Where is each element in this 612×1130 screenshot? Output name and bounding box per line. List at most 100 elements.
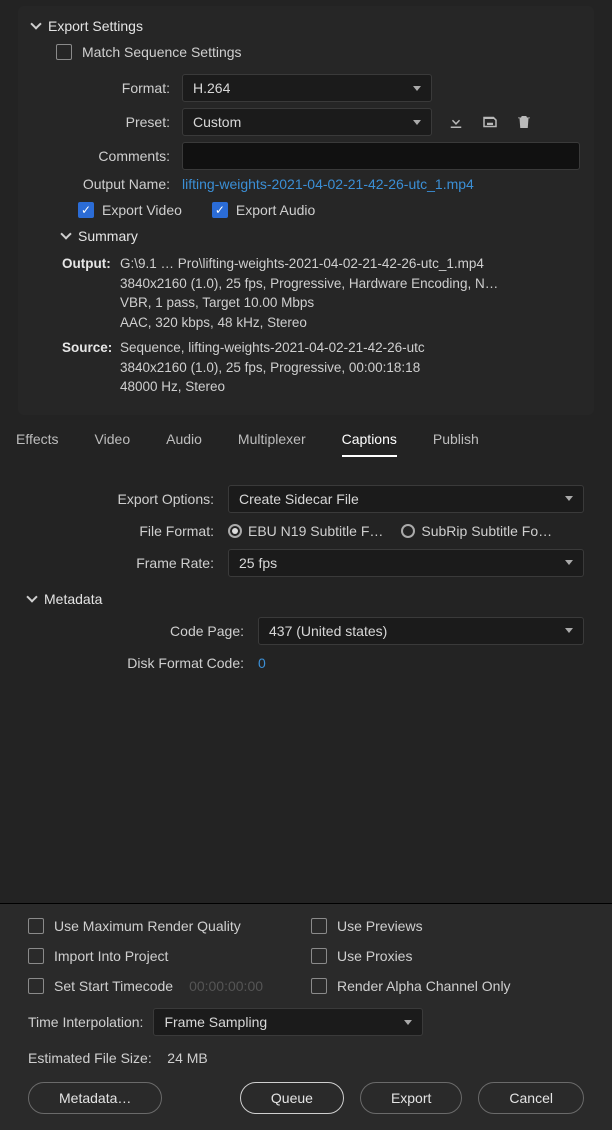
use-proxies-row[interactable]: Use Proxies <box>311 948 584 964</box>
disk-format-value[interactable]: 0 <box>258 655 266 671</box>
tab-multiplexer[interactable]: Multiplexer <box>238 431 306 457</box>
export-settings-panel: Export Settings Match Sequence Settings … <box>18 6 594 415</box>
import-project-checkbox[interactable] <box>28 948 44 964</box>
match-sequence-row[interactable]: Match Sequence Settings <box>56 44 580 60</box>
format-dropdown[interactable]: H.264 <box>182 74 432 102</box>
export-video-label: Export Video <box>102 202 182 218</box>
code-page-value: 437 (United states) <box>269 623 387 639</box>
output-name-label: Output Name: <box>32 176 182 192</box>
export-audio-row[interactable]: ✓ Export Audio <box>212 202 315 218</box>
chevron-down-icon <box>26 591 37 602</box>
file-format-subrip-label: SubRip Subtitle Fo… <box>421 523 552 539</box>
est-size-label: Estimated File Size: <box>28 1050 152 1066</box>
output-bitrate: VBR, 1 pass, Target 10.00 Mbps <box>120 293 580 313</box>
output-audio-spec: AAC, 320 kbps, 48 kHz, Stereo <box>120 313 580 333</box>
time-interp-value: Frame Sampling <box>164 1014 267 1030</box>
captions-panel: Export Options: Create Sidecar File File… <box>0 457 612 689</box>
source-audio-spec: 48000 Hz, Stereo <box>120 377 580 397</box>
use-proxies-label: Use Proxies <box>337 948 412 964</box>
chevron-down-icon <box>565 496 573 501</box>
use-proxies-checkbox[interactable] <box>311 948 327 964</box>
render-alpha-label: Render Alpha Channel Only <box>337 978 511 994</box>
format-value: H.264 <box>193 80 230 96</box>
tab-effects[interactable]: Effects <box>16 431 59 457</box>
export-audio-checkbox[interactable]: ✓ <box>212 202 228 218</box>
delete-preset-icon[interactable] <box>514 112 534 132</box>
render-alpha-row[interactable]: Render Alpha Channel Only <box>311 978 584 994</box>
export-tabs: Effects Video Audio Multiplexer Captions… <box>0 415 612 457</box>
export-options-value: Create Sidecar File <box>239 491 359 507</box>
import-project-row[interactable]: Import Into Project <box>28 948 301 964</box>
output-heading: Output: <box>62 254 116 332</box>
bottom-panel: Use Maximum Render Quality Use Previews … <box>0 903 612 1130</box>
time-interp-dropdown[interactable]: Frame Sampling <box>153 1008 423 1036</box>
code-page-label: Code Page: <box>28 623 258 639</box>
export-video-row[interactable]: ✓ Export Video <box>78 202 182 218</box>
import-preset-icon[interactable] <box>446 112 466 132</box>
export-video-checkbox[interactable]: ✓ <box>78 202 94 218</box>
tab-video[interactable]: Video <box>95 431 131 457</box>
export-options-dropdown[interactable]: Create Sidecar File <box>228 485 584 513</box>
format-label: Format: <box>32 80 182 96</box>
output-path: G:\9.1 … Pro\lifting-weights-2021-04-02-… <box>120 254 580 274</box>
queue-button[interactable]: Queue <box>240 1082 344 1114</box>
save-preset-icon[interactable] <box>480 112 500 132</box>
use-previews-checkbox[interactable] <box>311 918 327 934</box>
source-sequence: Sequence, lifting-weights-2021-04-02-21-… <box>120 338 580 358</box>
metadata-title: Metadata <box>44 591 102 607</box>
tab-audio[interactable]: Audio <box>166 431 202 457</box>
file-format-radio-ebu[interactable] <box>228 524 242 538</box>
tab-captions[interactable]: Captions <box>342 431 397 457</box>
time-interp-label: Time Interpolation: <box>28 1014 143 1030</box>
export-settings-title: Export Settings <box>48 18 143 34</box>
code-page-dropdown[interactable]: 437 (United states) <box>258 617 584 645</box>
est-size-value: 24 MB <box>167 1050 207 1066</box>
export-settings-header[interactable]: Export Settings <box>32 18 580 34</box>
summary-title: Summary <box>78 228 138 244</box>
chevron-down-icon <box>413 120 421 125</box>
file-format-radio-subrip[interactable] <box>401 524 415 538</box>
use-previews-row[interactable]: Use Previews <box>311 918 584 934</box>
preset-dropdown[interactable]: Custom <box>182 108 432 136</box>
preset-value: Custom <box>193 114 241 130</box>
chevron-down-icon <box>60 228 71 239</box>
export-options-label: Export Options: <box>28 491 228 507</box>
disk-format-label: Disk Format Code: <box>28 655 258 671</box>
use-previews-label: Use Previews <box>337 918 423 934</box>
output-name-link[interactable]: lifting-weights-2021-04-02-21-42-26-utc_… <box>182 176 474 192</box>
set-start-tc-label: Set Start Timecode <box>54 978 173 994</box>
cancel-button[interactable]: Cancel <box>478 1082 584 1114</box>
chevron-down-icon <box>413 86 421 91</box>
frame-rate-label: Frame Rate: <box>28 555 228 571</box>
summary-header[interactable]: Summary <box>62 228 580 244</box>
max-render-row[interactable]: Use Maximum Render Quality <box>28 918 301 934</box>
chevron-down-icon <box>565 560 573 565</box>
set-start-tc-row[interactable]: Set Start Timecode 00:00:00:00 <box>28 978 301 994</box>
match-sequence-checkbox[interactable] <box>56 44 72 60</box>
export-audio-label: Export Audio <box>236 202 315 218</box>
summary-block: Output: G:\9.1 … Pro\lifting-weights-202… <box>62 254 580 397</box>
preset-actions <box>446 112 534 132</box>
comments-label: Comments: <box>32 148 182 164</box>
metadata-header[interactable]: Metadata <box>28 591 584 607</box>
export-button[interactable]: Export <box>360 1082 462 1114</box>
file-format-ebu-label: EBU N19 Subtitle F… <box>248 523 383 539</box>
max-render-label: Use Maximum Render Quality <box>54 918 241 934</box>
file-format-label: File Format: <box>28 523 228 539</box>
max-render-checkbox[interactable] <box>28 918 44 934</box>
output-video-spec: 3840x2160 (1.0), 25 fps, Progressive, Ha… <box>120 274 580 294</box>
comments-input[interactable] <box>182 142 580 170</box>
import-project-label: Import Into Project <box>54 948 168 964</box>
set-start-tc-checkbox[interactable] <box>28 978 44 994</box>
frame-rate-value: 25 fps <box>239 555 277 571</box>
source-video-spec: 3840x2160 (1.0), 25 fps, Progressive, 00… <box>120 358 580 378</box>
chevron-down-icon <box>404 1020 412 1025</box>
metadata-button[interactable]: Metadata… <box>28 1082 162 1114</box>
start-tc-value[interactable]: 00:00:00:00 <box>189 978 263 994</box>
source-heading: Source: <box>62 338 116 397</box>
preset-label: Preset: <box>32 114 182 130</box>
render-alpha-checkbox[interactable] <box>311 978 327 994</box>
match-sequence-label: Match Sequence Settings <box>82 44 242 60</box>
tab-publish[interactable]: Publish <box>433 431 479 457</box>
frame-rate-dropdown[interactable]: 25 fps <box>228 549 584 577</box>
